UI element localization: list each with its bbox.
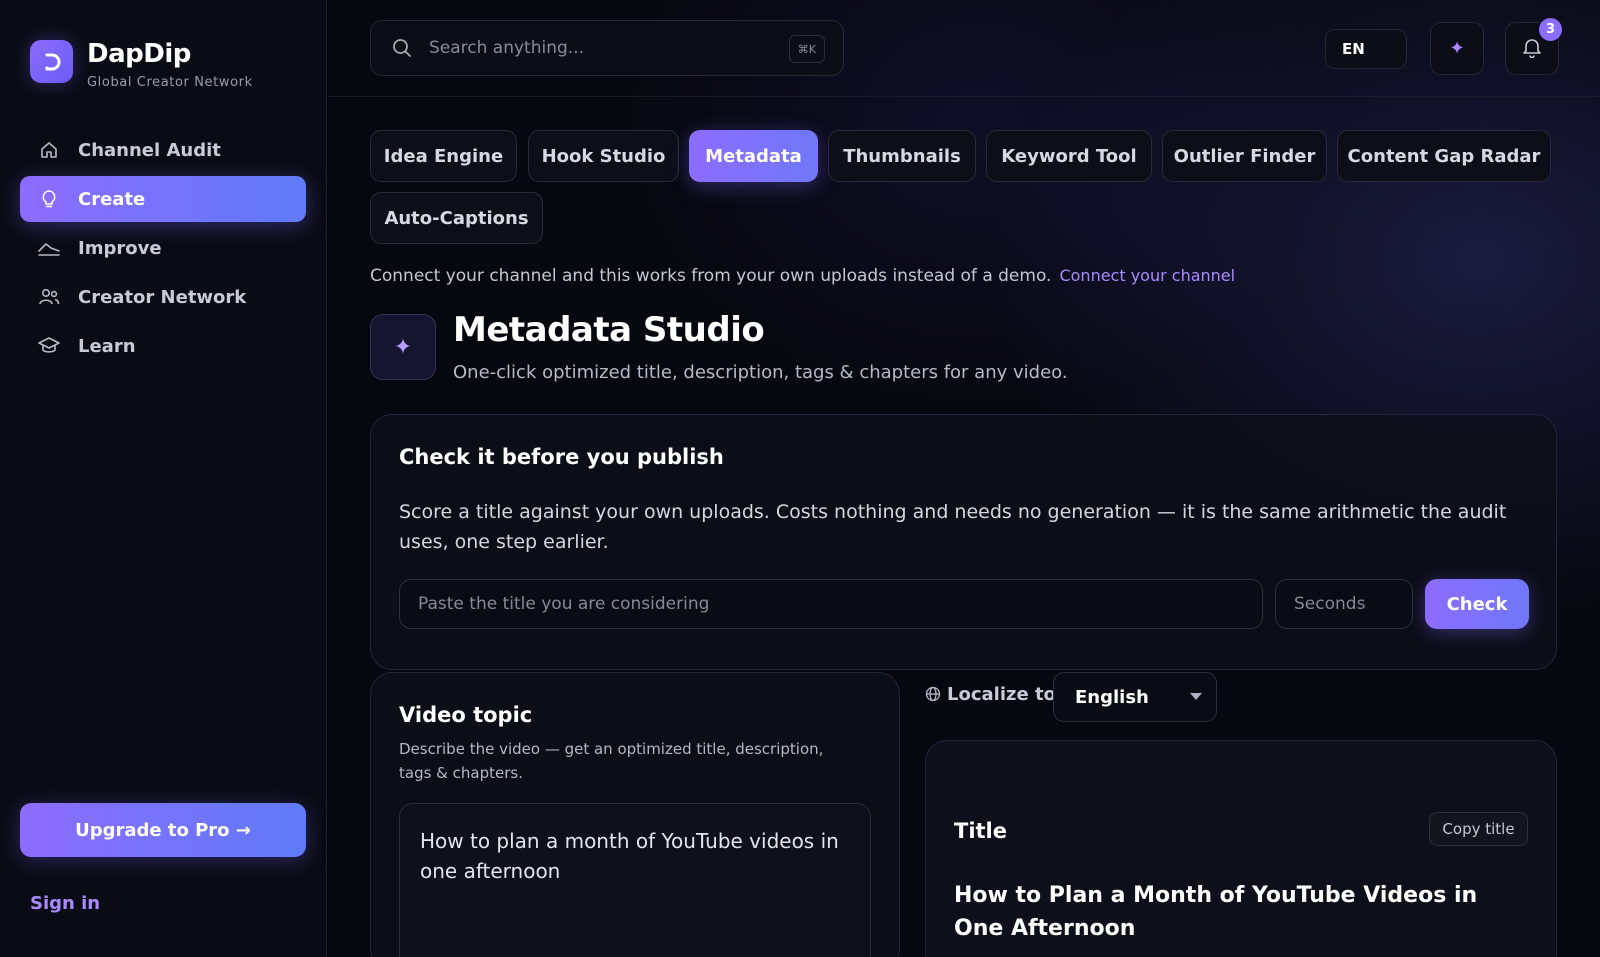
- tab-idea-engine[interactable]: Idea Engine: [370, 130, 517, 182]
- home-icon: [38, 139, 60, 161]
- video-topic-title: Video topic: [399, 703, 533, 727]
- language-button[interactable]: EN: [1325, 29, 1407, 69]
- app-root: DapDip Global Creator Network Channel Au…: [0, 0, 1600, 957]
- logo-d-icon: [44, 53, 60, 70]
- check-card-description: Score a title against your own uploads. …: [399, 501, 1507, 553]
- tab-auto-captions[interactable]: Auto-Captions: [370, 192, 543, 244]
- video-topic-description: Describe the video — get an optimized ti…: [399, 740, 824, 782]
- video-topic-card: Video topic Describe the video — get an …: [370, 672, 900, 957]
- sidebar-nav: Channel Audit Create Improve Creator Net…: [20, 127, 306, 372]
- seconds-input[interactable]: [1275, 579, 1413, 629]
- lightbulb-icon: [38, 188, 60, 210]
- tab-content-gap-radar[interactable]: Content Gap Radar: [1337, 130, 1551, 182]
- connect-notice-text: Connect your channel and this works from…: [370, 266, 1052, 286]
- page-title: Metadata Studio: [453, 310, 765, 350]
- selected-language: English: [1075, 686, 1149, 708]
- check-card-title: Check it before you publish: [399, 445, 724, 469]
- localize-language-select[interactable]: English: [1053, 672, 1217, 722]
- localize-label-text: Localize to: [947, 684, 1056, 705]
- title-result-card: Title Copy title How to Plan a Month of …: [925, 740, 1557, 957]
- chevron-down-icon: [1190, 693, 1202, 700]
- sidebar-item-label: Channel Audit: [78, 139, 221, 161]
- page-subtitle: One-click optimized title, description, …: [453, 362, 1068, 383]
- users-icon: [38, 286, 60, 308]
- tab-keyword-tool[interactable]: Keyword Tool: [986, 130, 1152, 182]
- candidate-title-input[interactable]: [399, 579, 1263, 629]
- tab-metadata[interactable]: Metadata: [689, 130, 818, 182]
- sidebar-item-creator-network[interactable]: Creator Network: [20, 274, 306, 320]
- connect-channel-link[interactable]: Connect your channel: [1059, 266, 1235, 285]
- sidebar-item-improve[interactable]: Improve: [20, 225, 306, 271]
- sidebar-item-label: Creator Network: [78, 286, 247, 308]
- brand-name: DapDip: [87, 39, 191, 69]
- brand-tagline: Global Creator Network: [87, 75, 253, 90]
- localize-label: Localize to: [925, 684, 1056, 705]
- search-shortcut-badge: ⌘K: [788, 35, 825, 63]
- sidebar: DapDip Global Creator Network Channel Au…: [0, 0, 327, 957]
- check-button[interactable]: Check: [1425, 579, 1529, 629]
- result-title-label: Title: [954, 819, 1008, 843]
- search-icon: [391, 37, 413, 59]
- chart-icon: [38, 237, 60, 259]
- sidebar-item-learn[interactable]: Learn: [20, 323, 306, 369]
- upgrade-to-pro-button[interactable]: Upgrade to Pro →: [20, 803, 306, 857]
- sidebar-item-label: Improve: [78, 237, 162, 259]
- sparkle-button[interactable]: ✦: [1430, 22, 1484, 75]
- globe-icon: [925, 686, 943, 704]
- copy-title-button[interactable]: Copy title: [1429, 812, 1528, 846]
- studio-sparkle-icon: ✦: [370, 314, 436, 380]
- tab-thumbnails[interactable]: Thumbnails: [828, 130, 976, 182]
- sidebar-item-label: Create: [78, 188, 146, 210]
- sidebar-item-channel-audit[interactable]: Channel Audit: [20, 127, 306, 173]
- sidebar-item-create[interactable]: Create: [20, 176, 306, 222]
- brand[interactable]: DapDip Global Creator Network: [30, 39, 253, 90]
- connect-notice: Connect your channel and this works from…: [370, 266, 1235, 286]
- notification-count-badge: 3: [1539, 18, 1562, 41]
- search-input[interactable]: [429, 38, 769, 58]
- brand-logo-icon: [30, 40, 73, 83]
- generated-title: How to Plan a Month of YouTube Videos in…: [954, 883, 1478, 941]
- sidebar-item-label: Learn: [78, 335, 136, 357]
- tab-outlier-finder[interactable]: Outlier Finder: [1162, 130, 1327, 182]
- tab-hook-studio[interactable]: Hook Studio: [528, 130, 679, 182]
- sparkle-icon: ✦: [1449, 38, 1465, 59]
- search-box[interactable]: ⌘K: [370, 20, 844, 76]
- sign-in-link[interactable]: Sign in: [30, 893, 100, 914]
- video-topic-textarea[interactable]: How to plan a month of YouTube videos in…: [399, 803, 871, 957]
- bell-icon: [1521, 36, 1543, 62]
- topbar: ⌘K EN ✦ 3: [328, 0, 1600, 97]
- graduation-cap-icon: [38, 335, 60, 357]
- check-title-card: Check it before you publish Score a titl…: [370, 414, 1557, 670]
